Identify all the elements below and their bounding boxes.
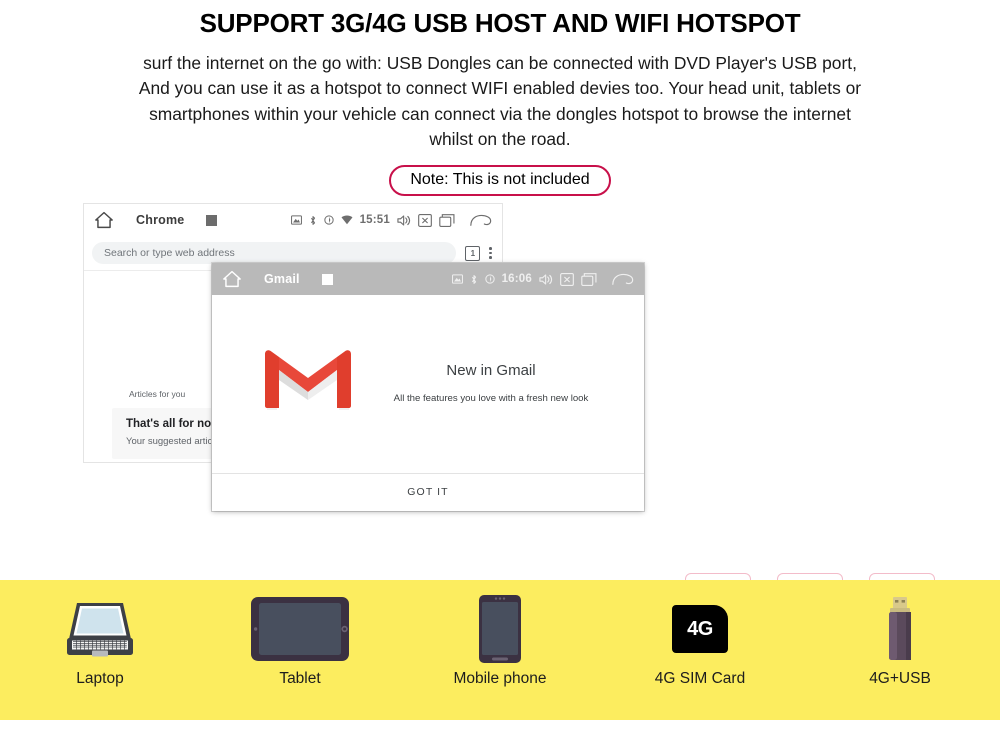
location-icon	[323, 215, 334, 225]
sim-card-icon: 4G	[600, 594, 800, 664]
stop-square-icon[interactable]	[321, 273, 333, 285]
device-label: Laptop	[76, 670, 124, 687]
articles-header: Articles for you	[129, 389, 186, 400]
device-label: 4G SIM Card	[654, 670, 746, 687]
volume-icon[interactable]	[539, 273, 553, 286]
got-it-button[interactable]: GOT IT	[212, 473, 644, 511]
gmail-logo-icon	[263, 348, 353, 421]
note-row: Note: This is not included	[0, 165, 1000, 197]
home-icon[interactable]	[94, 211, 114, 229]
chrome-system-bar: Chrome 15:51	[84, 204, 502, 237]
device-label: Mobile phone	[453, 670, 547, 687]
device-list: Laptop Tablet Mobile phone 4G 4G SIM Car…	[0, 580, 1000, 720]
gmail-system-bar: Gmail 16:06	[212, 263, 644, 296]
usb-dongle-icon	[800, 594, 1000, 664]
sim-badge: 4G	[672, 605, 728, 653]
screenshot-stage: Chrome 15:51 Search or type web address …	[0, 204, 1000, 663]
recent-apps-icon[interactable]	[581, 272, 597, 286]
tablet-icon	[200, 594, 400, 664]
chrome-clock: 15:51	[359, 214, 390, 227]
overflow-menu-icon[interactable]	[489, 247, 492, 260]
gmail-body-text: All the features you love with a fresh n…	[393, 392, 589, 404]
device-usb-dongle: 4G+USB	[800, 594, 1000, 688]
volume-icon[interactable]	[397, 214, 411, 227]
stop-square-icon[interactable]	[206, 214, 218, 226]
recent-apps-icon[interactable]	[439, 213, 455, 227]
note-badge: Note: This is not included	[389, 165, 611, 197]
bluetooth-status-icon	[470, 274, 478, 285]
gmail-clock: 16:06	[501, 273, 532, 286]
back-icon[interactable]	[612, 272, 634, 287]
device-tablet: Tablet	[200, 594, 400, 688]
mobile-phone-icon	[400, 594, 600, 664]
screencast-icon	[451, 274, 463, 284]
gmail-promo-body: New in Gmail All the features you love w…	[212, 295, 644, 474]
close-icon[interactable]	[418, 213, 432, 227]
back-icon[interactable]	[470, 213, 492, 228]
tab-count-button[interactable]: 1	[465, 245, 481, 261]
gmail-app-title: Gmail	[264, 272, 300, 287]
location-icon	[484, 274, 495, 284]
gmail-status-cluster: 16:06	[451, 272, 634, 287]
page-description: surf the internet on the go with: USB Do…	[138, 53, 862, 149]
device-mobile-phone: Mobile phone	[400, 594, 600, 688]
page-title: SUPPORT 3G/4G USB HOST AND WIFI HOTSPOT	[199, 8, 801, 38]
gmail-copy: New in Gmail All the features you love w…	[389, 362, 594, 406]
device-label: Tablet	[279, 670, 321, 687]
device-band: Laptop Tablet Mobile phone 4G 4G SIM Car…	[0, 580, 1000, 720]
wifi-status-icon	[341, 215, 353, 225]
gmail-window: Gmail 16:06 New in Gmail All the feature…	[212, 263, 644, 512]
home-icon[interactable]	[222, 270, 242, 288]
device-sim-card: 4G 4G SIM Card	[600, 594, 800, 688]
device-label: 4G+USB	[869, 670, 931, 687]
screencast-icon	[290, 215, 302, 225]
bluetooth-status-icon	[309, 215, 317, 226]
chrome-status-cluster: 15:51	[290, 213, 492, 228]
gmail-heading: New in Gmail	[446, 361, 536, 379]
close-icon[interactable]	[560, 272, 574, 286]
device-laptop: Laptop	[0, 594, 200, 688]
chrome-app-title: Chrome	[136, 213, 185, 228]
search-input[interactable]: Search or type web address	[92, 242, 457, 265]
laptop-icon	[0, 594, 200, 664]
